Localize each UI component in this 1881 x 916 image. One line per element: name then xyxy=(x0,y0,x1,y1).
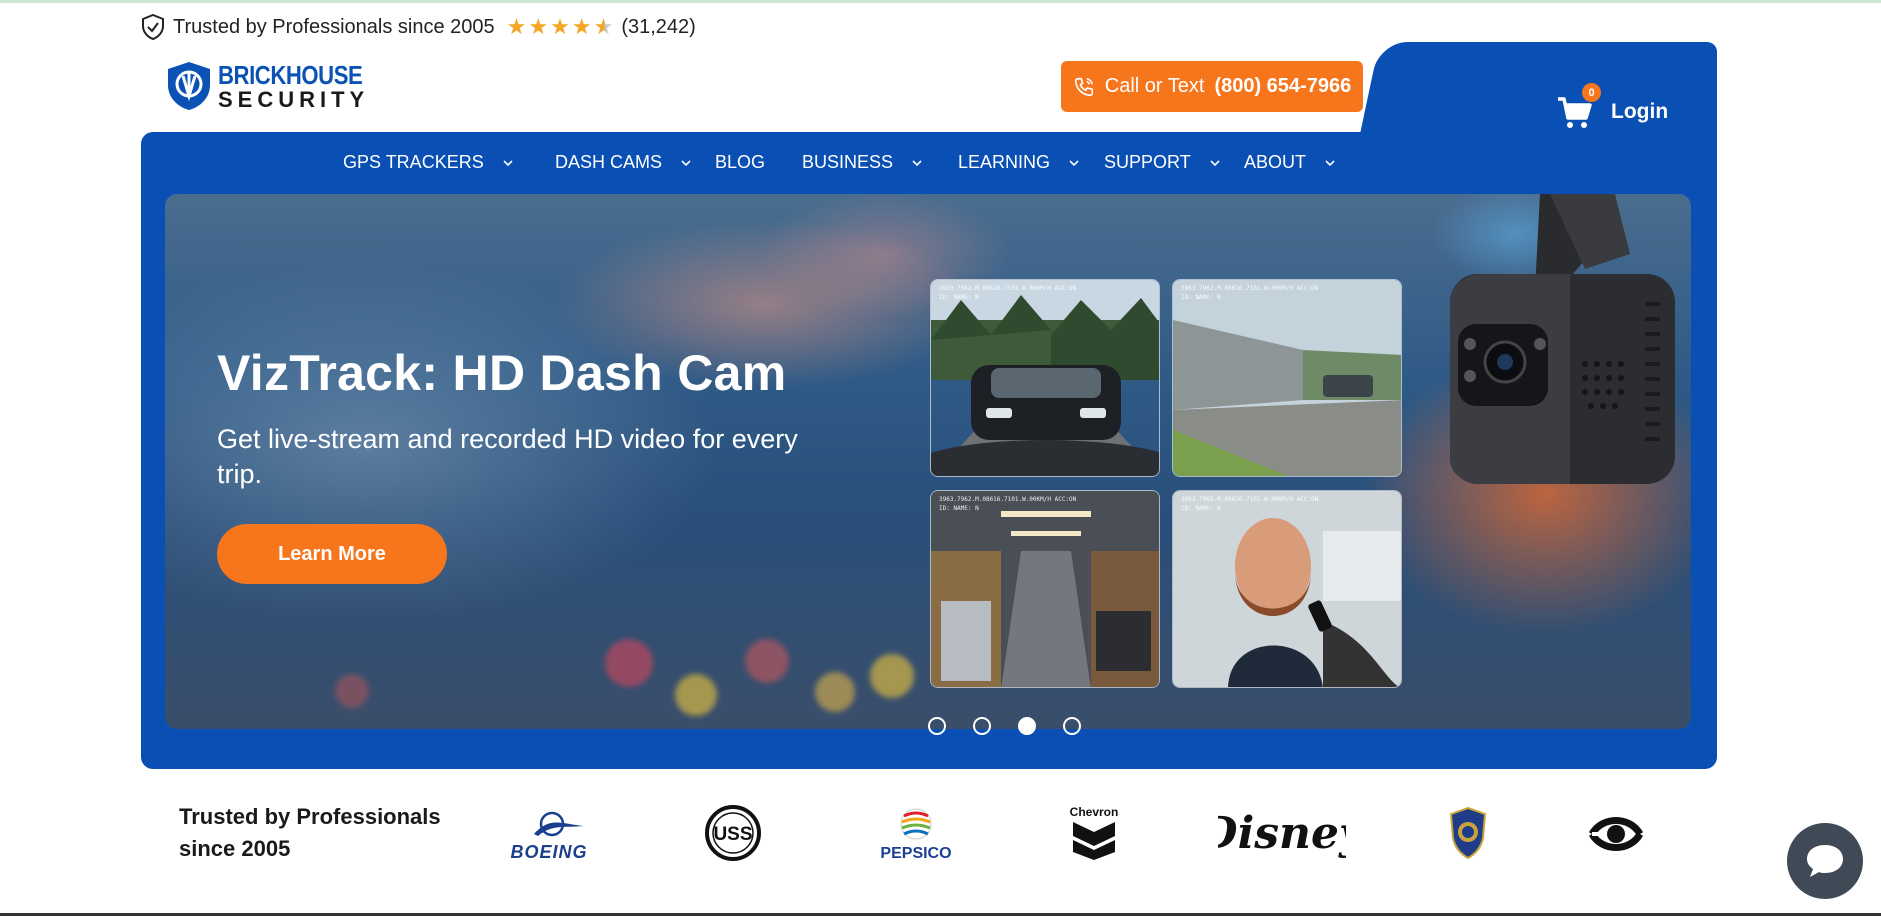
bokeh-light xyxy=(745,639,789,683)
header-account-tab xyxy=(1390,42,1717,142)
video-overlay-text: 3963.7962.M.08616.7101.W.00KM/H ACC:ON ID… xyxy=(1181,284,1318,302)
carousel-dot-4[interactable] xyxy=(1063,717,1081,735)
star-icon: ★ xyxy=(506,14,527,39)
nav-blog[interactable]: BLOG xyxy=(715,152,765,173)
bokeh-light xyxy=(335,674,369,708)
osd-line: 3963.7962.M.08616.7101.W.00KM/H ACC:ON xyxy=(1181,285,1319,292)
uss-logo: USS xyxy=(704,804,762,862)
disney-logo-image: Disney xyxy=(1218,808,1346,859)
nav-label: BLOG xyxy=(715,152,766,172)
logo-wordmark-bottom: SECURITY xyxy=(218,86,370,112)
police-badge-icon xyxy=(1449,806,1487,860)
trust-text: Trusted by Professionals since 2005 xyxy=(173,15,495,38)
carousel-dot-1[interactable] xyxy=(928,717,946,735)
chevron-down-icon xyxy=(681,159,691,166)
nav-support[interactable]: SUPPORT xyxy=(1104,152,1221,173)
road-scene-image xyxy=(931,280,1159,476)
call-prefix: Call or Text xyxy=(1104,75,1205,97)
nav-label: BUSINESS xyxy=(802,152,894,172)
star-icon: ★ xyxy=(550,14,570,39)
cart-count-badge: 0 xyxy=(1582,83,1601,102)
hero-title: VizTrack: HD Dash Cam xyxy=(217,345,787,401)
star-icon: ★ xyxy=(571,14,592,39)
nav-label: ABOUT xyxy=(1244,152,1307,172)
osd-line: 3963.7962.M.08616.7101.W.00KM/H ACC:ON xyxy=(939,285,1077,292)
hero-subtitle: Get live-stream and recorded HD video fo… xyxy=(217,424,798,489)
nav-about[interactable]: ABOUT xyxy=(1244,152,1336,173)
nav-label: GPS TRACKERS xyxy=(343,152,484,172)
logo-wordmark-top: BRICKHOUSE xyxy=(218,59,363,90)
dashcam-thumbnail-driver: 3963.7962.M.08616.7101.W.00KM/H ACC:ON ID… xyxy=(1172,490,1402,688)
nav-business[interactable]: BUSINESS xyxy=(802,152,923,173)
nav-learning[interactable]: LEARNING xyxy=(958,152,1080,173)
osd-line: 3963.7962.M.08616.7101.W.00KM/H ACC:ON xyxy=(1181,496,1319,503)
disney-logo: Disney xyxy=(1218,802,1346,864)
chevron-down-icon xyxy=(1210,159,1220,166)
osd-line: ID: NAME: N xyxy=(1181,505,1221,512)
osd-line: ID: NAME: N xyxy=(1181,294,1221,301)
carousel-dot-3-active[interactable] xyxy=(1018,717,1036,735)
driver-cabin-image xyxy=(1173,491,1401,687)
boeing-logo-image: BOEING xyxy=(510,811,587,862)
nav-label: SUPPORT xyxy=(1104,152,1191,172)
pepsico-logo-image: PEPSICO xyxy=(880,808,952,862)
video-overlay-text: 3963.7962.M.08616.7101.W.00KM/H ACC:ON ID… xyxy=(939,495,1076,513)
chevron-logo: Chevron xyxy=(1070,804,1118,860)
nav-dash-cams[interactable]: DASH CAMS xyxy=(555,152,692,173)
carousel-pagination xyxy=(928,717,1081,735)
chevron-down-icon xyxy=(503,159,513,166)
call-number: (800) 654-7966 xyxy=(1214,75,1352,97)
osd-line: 3963.7962.M.08616.7101.W.00KM/H ACC:ON xyxy=(939,496,1077,503)
dash-cam-device-image xyxy=(1450,194,1675,484)
half-star-icon: ★ xyxy=(593,14,614,39)
learn-more-button[interactable]: Learn More xyxy=(217,524,447,584)
bokeh-light xyxy=(675,674,717,716)
eye-symbol-logo xyxy=(1588,806,1644,862)
osd-line: ID: NAME: N xyxy=(939,505,979,512)
top-accent-line xyxy=(0,0,1881,3)
brickhouse-shield-icon xyxy=(168,62,210,110)
bokeh-light xyxy=(815,672,855,712)
chevron-logo-image: Chevron xyxy=(1070,805,1118,860)
chat-bubble-icon xyxy=(1807,845,1843,877)
chevron-down-icon xyxy=(1069,159,1079,166)
nav-label: DASH CAMS xyxy=(555,152,663,172)
nav-gps-trackers[interactable]: GPS TRACKERS xyxy=(343,152,514,173)
trusted-strip-title: Trusted by Professionals since 2005 xyxy=(179,804,441,861)
disney-wordmark: Disney xyxy=(1218,808,1346,859)
call-or-text-button[interactable]: Call or Text (800) 654-7966 xyxy=(1061,61,1363,112)
pepsico-wordmark: PEPSICO xyxy=(880,845,951,862)
brickhouse-logo[interactable]: BRICKHOUSE SECURITY xyxy=(166,60,388,112)
main-nav: GPS TRACKERS DASH CAMS BLOG BUSINESS LEA… xyxy=(0,152,1881,178)
chevron-wordmark: Chevron xyxy=(1070,805,1118,819)
star-icon: ★ xyxy=(528,14,549,39)
login-link[interactable]: Login xyxy=(1611,100,1668,124)
eye-logo-icon xyxy=(1588,817,1644,851)
police-department-logo xyxy=(1447,806,1489,860)
shield-check-icon xyxy=(142,14,164,40)
video-overlay-text: 3963.7962.M.08616.7101.W.00KM/H ACC:ON ID… xyxy=(1181,495,1318,513)
uss-wordmark: USS xyxy=(713,824,752,845)
osd-line: ID: NAME: N xyxy=(939,294,979,301)
trust-bar: Trusted by Professionals since 2005 ★ ★ … xyxy=(141,13,696,41)
video-overlay-text: 3963.7962.M.08616.7101.W.00KM/H ACC:ON ID… xyxy=(939,284,1076,302)
chevron-down-icon xyxy=(1325,159,1335,166)
dashcam-thumbnail-van-interior: 3963.7962.M.08616.7101.W.00KM/H ACC:ON ID… xyxy=(930,490,1160,688)
nav-label: LEARNING xyxy=(958,152,1051,172)
uss-logo-image: USS xyxy=(705,805,761,861)
phone-icon xyxy=(1074,77,1093,96)
dashcam-thumbnail-road: 3963.7962.M.08616.7101.W.00KM/H ACC:ON ID… xyxy=(930,279,1160,477)
chevron-down-icon xyxy=(912,159,922,166)
bokeh-light xyxy=(870,654,914,698)
star-rating: ★ ★ ★ ★ ★ xyxy=(507,16,614,38)
van-interior-image xyxy=(931,491,1159,687)
hero-carousel: VizTrack: HD Dash Cam Get live-stream an… xyxy=(165,194,1691,729)
chat-widget-button[interactable] xyxy=(1787,823,1863,899)
boeing-logo: BOEING xyxy=(492,806,607,862)
pepsico-logo: PEPSICO xyxy=(868,806,964,862)
boeing-wordmark: BOEING xyxy=(510,842,587,862)
carousel-dot-2[interactable] xyxy=(973,717,991,735)
bokeh-light xyxy=(605,639,653,687)
review-count[interactable]: (31,242) xyxy=(621,16,696,39)
